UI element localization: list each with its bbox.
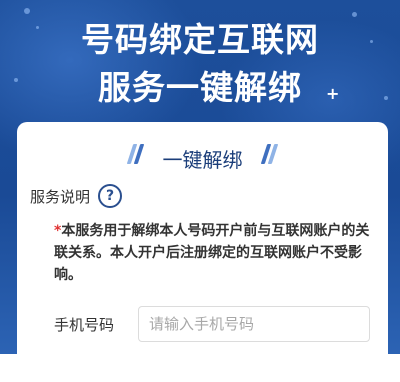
service-notice-text: 本服务用于解绑本人号码开户前与互联网账户的关联关系。本人开户后注册绑定的互联网账… bbox=[54, 223, 370, 283]
hero-title-line-2: 服务一键解绑 bbox=[98, 68, 302, 107]
card-header: 一键解绑 bbox=[17, 122, 388, 180]
unbind-card: 一键解绑 服务说明 ? *本服务用于解绑本人号码开户前与互联网账户的关联关系。本… bbox=[17, 122, 388, 382]
phone-number-row: 手机号码 bbox=[54, 305, 374, 343]
decor-dot bbox=[24, 8, 30, 14]
phone-number-label: 手机号码 bbox=[54, 315, 115, 334]
slash-decor-icon bbox=[260, 144, 279, 168]
service-description-label: 服务说明 bbox=[30, 187, 91, 206]
phone-number-input[interactable] bbox=[138, 306, 370, 342]
service-description-row: 服务说明 ? bbox=[30, 184, 123, 208]
hero-title-line-1: 号码绑定互联网 bbox=[81, 20, 319, 59]
plus-icon: + bbox=[326, 84, 340, 103]
help-icon[interactable]: ? bbox=[98, 184, 123, 208]
card-title: 一键解绑 bbox=[162, 148, 243, 172]
service-notice: *本服务用于解绑本人号码开户前与互联网账户的关联关系。本人开户后注册绑定的互联网… bbox=[54, 220, 372, 286]
decor-dot bbox=[352, 12, 357, 17]
